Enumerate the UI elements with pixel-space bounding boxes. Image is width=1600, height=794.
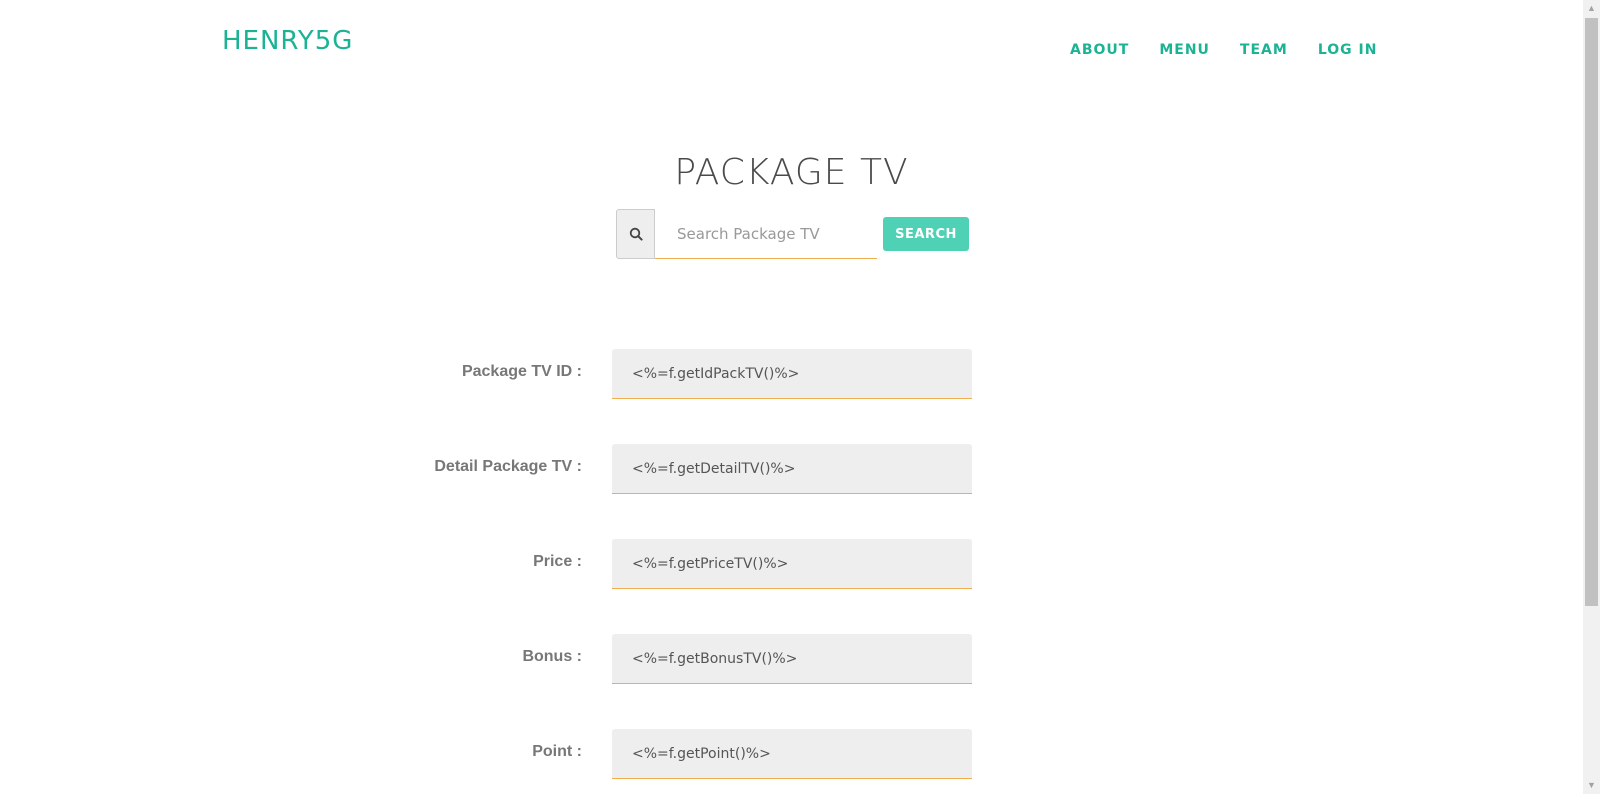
main-nav: ABOUT MENU TEAM LOG IN [1070,42,1407,58]
scrollbar-thumb[interactable] [1585,18,1598,606]
point-label: Point : [532,743,582,760]
detail-label: Detail Package TV : [434,458,582,475]
form-row-price: Price : [0,539,1583,589]
nav-about[interactable]: ABOUT [1070,42,1129,58]
point-field[interactable] [612,729,972,779]
search-bar: SEARCH [616,209,969,259]
scrollbar[interactable]: ▲ ▼ [1583,0,1600,794]
bonus-field[interactable] [612,634,972,684]
search-icon [616,209,655,259]
search-input[interactable] [655,209,877,259]
nav-login[interactable]: LOG IN [1318,42,1378,58]
form-row-bonus: Bonus : [0,634,1583,684]
price-field[interactable] [612,539,972,589]
price-label: Price : [533,553,582,570]
form-row-point: Point : [0,729,1583,779]
form-row-detail: Detail Package TV : [0,444,1583,494]
package-id-field[interactable] [612,349,972,399]
detail-field[interactable] [612,444,972,494]
nav-team[interactable]: TEAM [1240,42,1288,58]
scroll-up-icon[interactable]: ▲ [1583,0,1600,17]
page-title: PACKAGE TV [674,152,909,193]
nav-menu[interactable]: MENU [1159,42,1210,58]
brand-logo[interactable]: HENRY5G [222,26,353,56]
bonus-label: Bonus : [522,648,582,665]
search-button[interactable]: SEARCH [883,217,969,251]
package-id-label: Package TV ID : [461,363,582,380]
form-row-package-id: Package TV ID : [0,349,1583,399]
scroll-down-icon[interactable]: ▼ [1583,777,1600,794]
